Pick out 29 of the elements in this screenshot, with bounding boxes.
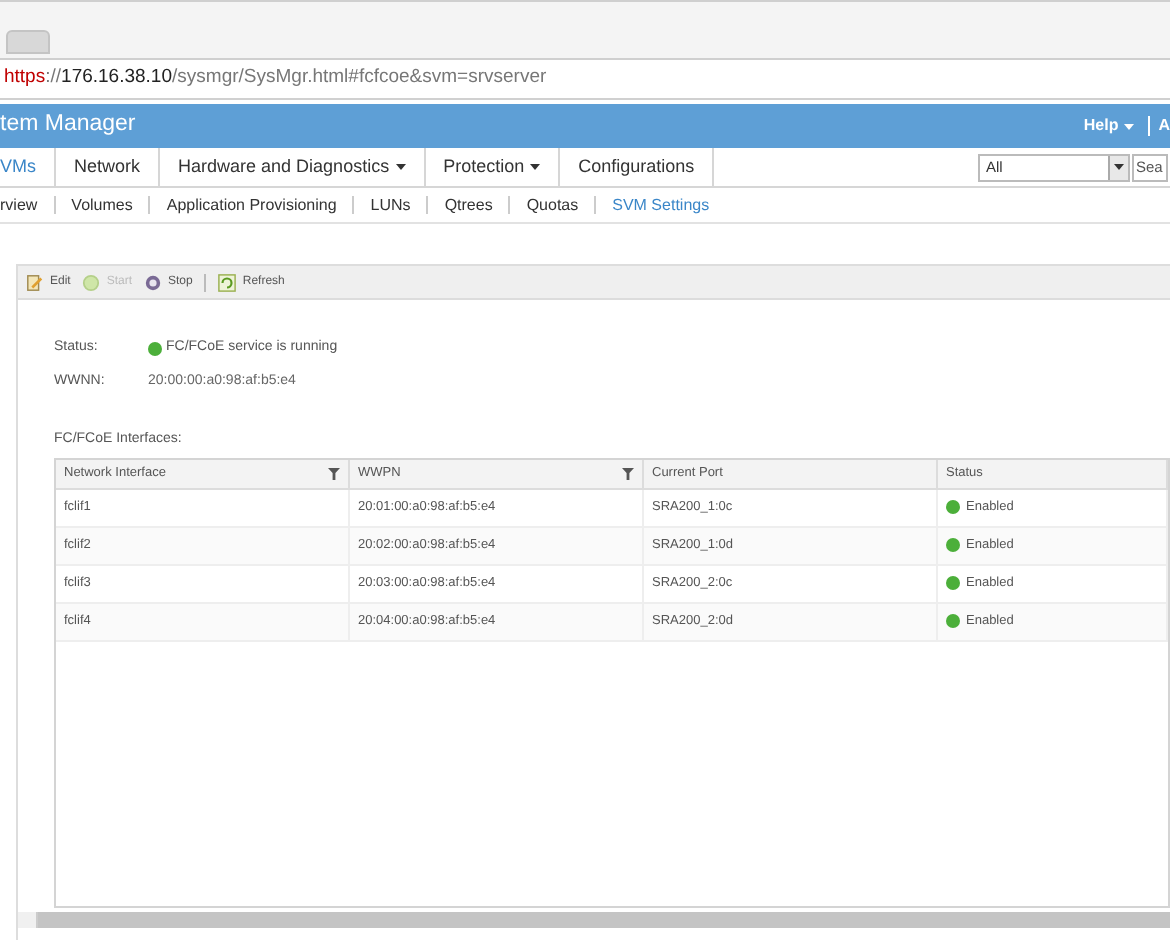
sub-nav-tab[interactable]: SVM Settings	[596, 193, 726, 217]
sub-nav-tab[interactable]: Volumes	[55, 193, 149, 217]
nav-tab[interactable]: Configurations	[560, 148, 715, 186]
url-field[interactable]: https://176.16.38.10/sysmgr/SysMgr.html#fcfcoe&svm=srvserver	[4, 64, 547, 94]
caret-icon	[530, 164, 541, 170]
start-icon	[82, 273, 101, 291]
nav-tab[interactable]: Hardware and Diagnostics	[160, 148, 426, 186]
horizontal-scrollbar[interactable]	[18, 912, 1170, 928]
status-ok-icon	[946, 614, 960, 628]
pencil-icon	[26, 273, 44, 291]
status-ok-icon	[946, 576, 960, 590]
nav-tab[interactable]: VMs	[0, 148, 56, 186]
sub-nav-tab[interactable]: Quotas	[510, 193, 595, 217]
status-ok-icon	[946, 500, 960, 514]
filter-icon[interactable]	[622, 467, 634, 479]
caret-icon	[1124, 123, 1135, 129]
refresh-icon	[218, 273, 237, 291]
filter-icon[interactable]	[328, 467, 340, 479]
sub-nav-tab[interactable]: Application Provisioning	[150, 193, 353, 217]
status-ok-icon	[946, 538, 960, 552]
sub-nav-tab[interactable]: LUNs	[354, 193, 427, 217]
nav-tab[interactable]: Network	[56, 148, 161, 186]
caret-icon	[395, 164, 406, 170]
stop-icon	[144, 273, 163, 291]
app-title: tem Manager	[0, 110, 136, 141]
sub-nav-tab[interactable]: rview	[0, 193, 54, 217]
nav-tab[interactable]: Protection	[425, 148, 561, 186]
sub-nav-tab[interactable]: Qtrees	[428, 193, 509, 217]
caret-icon	[1114, 164, 1124, 170]
